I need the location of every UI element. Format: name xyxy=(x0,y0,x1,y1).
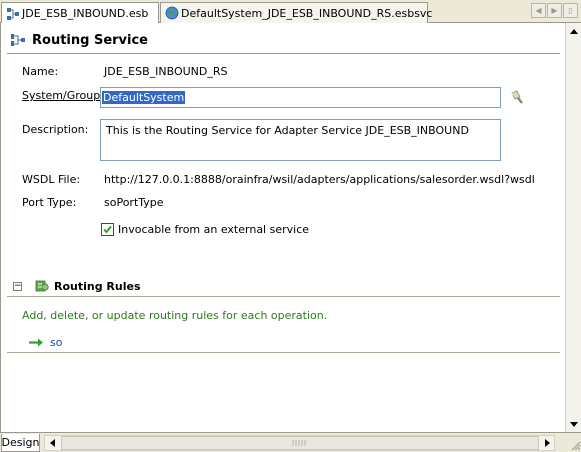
horizontal-scroll-thumb[interactable] xyxy=(61,436,539,450)
routing-rules-icon xyxy=(35,280,49,292)
routing-rules-divider xyxy=(7,296,560,297)
routing-service-header: Routing Service xyxy=(10,32,148,48)
arrow-down-icon xyxy=(570,421,578,427)
description-label: Description: xyxy=(22,123,89,136)
vertical-scrollbar[interactable] xyxy=(565,23,581,432)
system-group-field[interactable]: DefaultSystem xyxy=(100,87,501,108)
invocable-checkbox[interactable] xyxy=(101,223,114,236)
tab-list-button[interactable]: ▯ xyxy=(563,3,578,18)
arrow-up-icon xyxy=(570,28,578,34)
tab-scroll-right-button[interactable]: ▶ xyxy=(547,3,562,18)
port-type-value: soPortType xyxy=(104,196,164,209)
routing-rules-title: Routing Rules xyxy=(54,279,141,293)
name-value: JDE_ESB_INBOUND_RS xyxy=(104,65,228,78)
wsdl-file-label: WSDL File: xyxy=(22,173,81,186)
tab-design[interactable]: Design xyxy=(1,434,40,452)
name-label: Name: xyxy=(22,65,59,78)
port-type-label: Port Type: xyxy=(22,196,77,209)
description-value: This is the Routing Service for Adapter … xyxy=(106,124,469,137)
editor-bottom-bar: Design xyxy=(0,432,581,452)
system-group-value: DefaultSystem xyxy=(102,91,186,104)
arrow-right-small-icon xyxy=(544,439,550,447)
scroll-left-button[interactable] xyxy=(45,436,59,450)
checkmark-icon xyxy=(103,225,112,234)
tab-jde-esb-inbound[interactable]: JDE_ESB_INBOUND.esb xyxy=(1,2,159,24)
collapse-routing-rules-button[interactable]: − xyxy=(13,281,22,291)
horizontal-scrollbar[interactable] xyxy=(44,435,555,451)
grip-icon xyxy=(292,440,306,446)
tab-default-system-esbsvc[interactable]: DefaultSystem_JDE_ESB_INBOUND_RS.esbsvc xyxy=(160,2,432,23)
operation-divider xyxy=(7,352,560,353)
globe-service-icon xyxy=(165,6,179,20)
routing-rules-description: Add, delete, or update routing rules for… xyxy=(22,309,328,322)
wsdl-file-value: http://127.0.0.1:8888/orainfra/wsil/adap… xyxy=(104,173,535,186)
system-group-label: System/Group: xyxy=(22,89,104,102)
description-field[interactable]: This is the Routing Service for Adapter … xyxy=(100,119,501,161)
tab-label: JDE_ESB_INBOUND.esb xyxy=(22,7,149,20)
scroll-up-button[interactable] xyxy=(566,23,581,39)
flashlight-icon[interactable] xyxy=(509,89,527,105)
operation-item-so[interactable]: so xyxy=(29,336,62,349)
scroll-down-button[interactable] xyxy=(566,416,581,432)
header-divider xyxy=(7,53,560,54)
arrow-left-icon xyxy=(49,439,55,447)
scroll-right-button[interactable] xyxy=(540,436,554,450)
routing-service-editor: Routing Service Name: JDE_ESB_INBOUND_RS… xyxy=(0,23,565,432)
invocable-label: Invocable from an external service xyxy=(118,223,310,236)
esb-diagram-icon xyxy=(7,7,19,20)
design-tab-label: Design xyxy=(1,436,40,449)
page-title: Routing Service xyxy=(32,32,148,48)
routing-rules-header: − Routing Rules xyxy=(13,278,141,294)
invocable-checkbox-row[interactable]: Invocable from an external service xyxy=(101,223,309,236)
editor-tab-bar: JDE_ESB_INBOUND.esb DefaultSystem_JDE_ES… xyxy=(0,0,581,24)
operation-label: so xyxy=(50,336,63,349)
routing-service-icon xyxy=(11,34,25,46)
resize-grip-icon xyxy=(571,441,581,451)
arrow-right-icon xyxy=(29,338,43,347)
tab-navigation: ◀ ▶ ▯ xyxy=(531,3,578,18)
tab-label: DefaultSystem_JDE_ESB_INBOUND_RS.esbsvc xyxy=(181,6,433,20)
tab-scroll-left-button[interactable]: ◀ xyxy=(531,3,546,18)
